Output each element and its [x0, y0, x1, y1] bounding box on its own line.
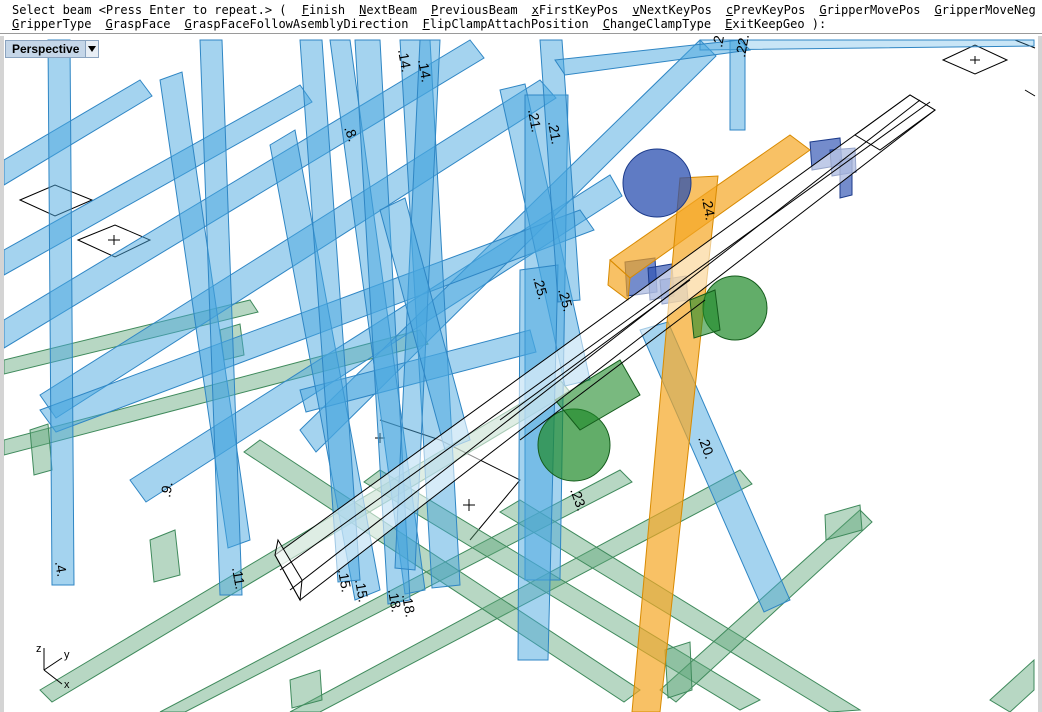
line1-option-xfirstkeypos[interactable]: xFirstKeyPos: [532, 3, 619, 17]
command-line-1: Select beam <Press Enter to repeat.> ( F…: [12, 3, 1036, 17]
beam-number-label: .14.: [395, 48, 415, 74]
line2-option-graspfacefollowasemblydirection[interactable]: GraspFaceFollowAsemblyDirection: [185, 17, 409, 31]
beam-number-label: .15.: [335, 568, 355, 594]
line2-option-grippertype[interactable]: GripperType: [12, 17, 91, 31]
option-hotkey: G: [105, 17, 113, 31]
beam-number-label: .9.: [157, 480, 175, 498]
option-label: ripperMovePos: [826, 3, 921, 17]
line2-option-graspface[interactable]: GraspFace: [105, 17, 170, 31]
axis-x-label: x: [64, 679, 70, 691]
line1-option-grippermovepos[interactable]: GripperMovePos: [819, 3, 920, 17]
option-hotkey: C: [602, 17, 610, 31]
axis-y-label: y: [64, 649, 70, 661]
line1-option-vnextkeypos[interactable]: vNextKeyPos: [632, 3, 711, 17]
option-label: lipClampAttachPosition: [429, 17, 589, 31]
command-prompt: Select beam <Press Enter to repeat.> ( F…: [0, 0, 1042, 34]
line2-option-changeclamptype[interactable]: ChangeClampType: [603, 17, 711, 31]
line1-option-previousbeam[interactable]: PreviousBeam: [431, 3, 518, 17]
line1-option-cprevkeypos[interactable]: cPrevKeyPos: [726, 3, 805, 17]
option-label: NextKeyPos: [639, 3, 712, 17]
option-label: raspFace: [112, 17, 171, 31]
perspective-viewport[interactable]: .22. .22. .14. .14. .8. .21. .21. .24. .…: [0, 36, 1042, 712]
option-hotkey: F: [301, 3, 310, 17]
option-label: FirstKeyPos: [538, 3, 619, 17]
option-label: ripperMoveNeg: [941, 3, 1036, 17]
command-prompt-text: Select beam <Press Enter to repeat.> (: [12, 3, 287, 17]
viewport-name[interactable]: Perspective: [6, 42, 85, 56]
option-hotkey: G: [819, 3, 827, 17]
option-hotkey: G: [184, 17, 192, 31]
option-label: inish: [309, 3, 346, 17]
command-line-2: GripperType GraspFace GraspFaceFollowAsemb…: [12, 17, 826, 31]
option-label: extBeam: [366, 3, 417, 17]
option-label: PrevKeyPos: [733, 3, 806, 17]
world-axes-icon: z y x: [36, 643, 70, 691]
axis-z-label: z: [36, 643, 42, 655]
line2-option-exitkeepgeo[interactable]: ExitKeepGeo: [725, 17, 804, 31]
line1-option-grippermoveneg[interactable]: GripperMoveNeg: [935, 3, 1036, 17]
option-label: ripperType: [19, 17, 92, 31]
viewport-title-tab[interactable]: Perspective: [5, 40, 100, 58]
option-label: raspFaceFollowAsemblyDirection: [191, 17, 409, 31]
option-hotkey: G: [934, 3, 942, 17]
command-closing: ):: [811, 17, 827, 31]
beam-number-label: .4.: [52, 560, 70, 578]
beam-number-label: .22.: [732, 36, 752, 59]
option-label: xitKeepGeo: [732, 17, 805, 31]
option-hotkey: v: [632, 3, 640, 17]
option-hotkey: x: [531, 3, 539, 17]
line2-option-flipclampattachposition[interactable]: FlipClampAttachPosition: [423, 17, 589, 31]
line1-option-nextbeam[interactable]: NextBeam: [359, 3, 417, 17]
option-label: hangeClampType: [609, 17, 712, 31]
option-hotkey: F: [422, 17, 430, 31]
line1-option-finish[interactable]: Finish: [302, 3, 345, 17]
viewport-menu-arrow-icon[interactable]: [85, 41, 99, 57]
beam-number-label: .18.: [399, 593, 419, 619]
scene-3d[interactable]: .22. .22. .14. .14. .8. .21. .21. .24. .…: [4, 36, 1038, 712]
option-label: reviousBeam: [438, 3, 518, 17]
